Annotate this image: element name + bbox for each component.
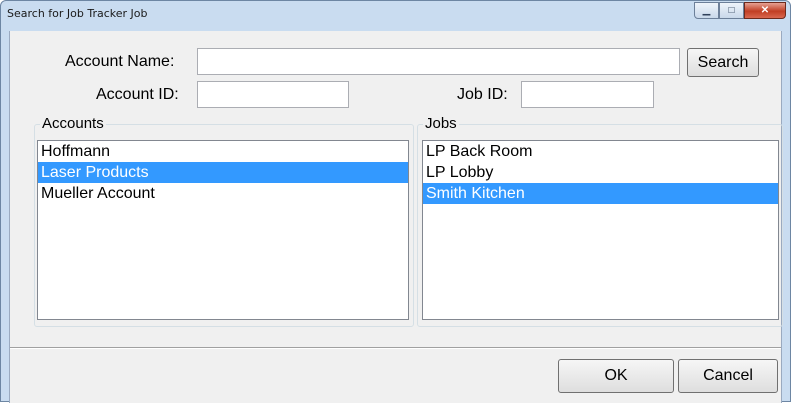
accounts-list-item[interactable]: Laser Products	[38, 162, 408, 183]
maximize-button[interactable]: □	[719, 2, 744, 19]
dialog-client-area: Account Name: Search Account ID: Job ID:…	[9, 31, 783, 403]
close-button[interactable]: ✕	[744, 2, 786, 19]
minimize-button[interactable]: ▁	[694, 2, 719, 19]
close-icon: ✕	[760, 5, 770, 16]
window-title: Search for Job Tracker Job	[7, 7, 148, 20]
accounts-list-item[interactable]: Hoffmann	[38, 141, 408, 162]
accounts-group-label: Accounts	[40, 115, 106, 132]
accounts-list-item[interactable]: Mueller Account	[38, 183, 408, 204]
title-bar[interactable]: Search for Job Tracker Job ▁ □ ✕	[1, 1, 790, 25]
jobs-list-item[interactable]: LP Back Room	[423, 141, 778, 162]
footer-separator	[10, 347, 781, 349]
jobs-list-item[interactable]: LP Lobby	[423, 162, 778, 183]
accounts-list[interactable]: Hoffmann Laser Products Mueller Account	[37, 140, 409, 320]
maximize-icon: □	[728, 5, 735, 16]
jobs-list[interactable]: LP Back Room LP Lobby Smith Kitchen	[422, 140, 779, 320]
jobs-group-label: Jobs	[423, 115, 459, 132]
cancel-button[interactable]: Cancel	[678, 359, 778, 393]
account-name-input[interactable]	[197, 48, 680, 75]
job-id-input[interactable]	[521, 81, 654, 108]
job-id-label: Job ID:	[457, 86, 508, 103]
ok-button[interactable]: OK	[558, 359, 674, 393]
account-id-label: Account ID:	[96, 86, 179, 103]
jobs-list-item[interactable]: Smith Kitchen	[423, 183, 778, 204]
search-button[interactable]: Search	[687, 48, 759, 77]
caption-buttons: ▁ □ ✕	[694, 2, 786, 20]
account-id-input[interactable]	[197, 81, 349, 108]
dialog-window: Search for Job Tracker Job ▁ □ ✕ Account…	[0, 0, 791, 403]
minimize-icon: ▁	[702, 5, 711, 16]
account-name-label: Account Name:	[65, 53, 175, 70]
